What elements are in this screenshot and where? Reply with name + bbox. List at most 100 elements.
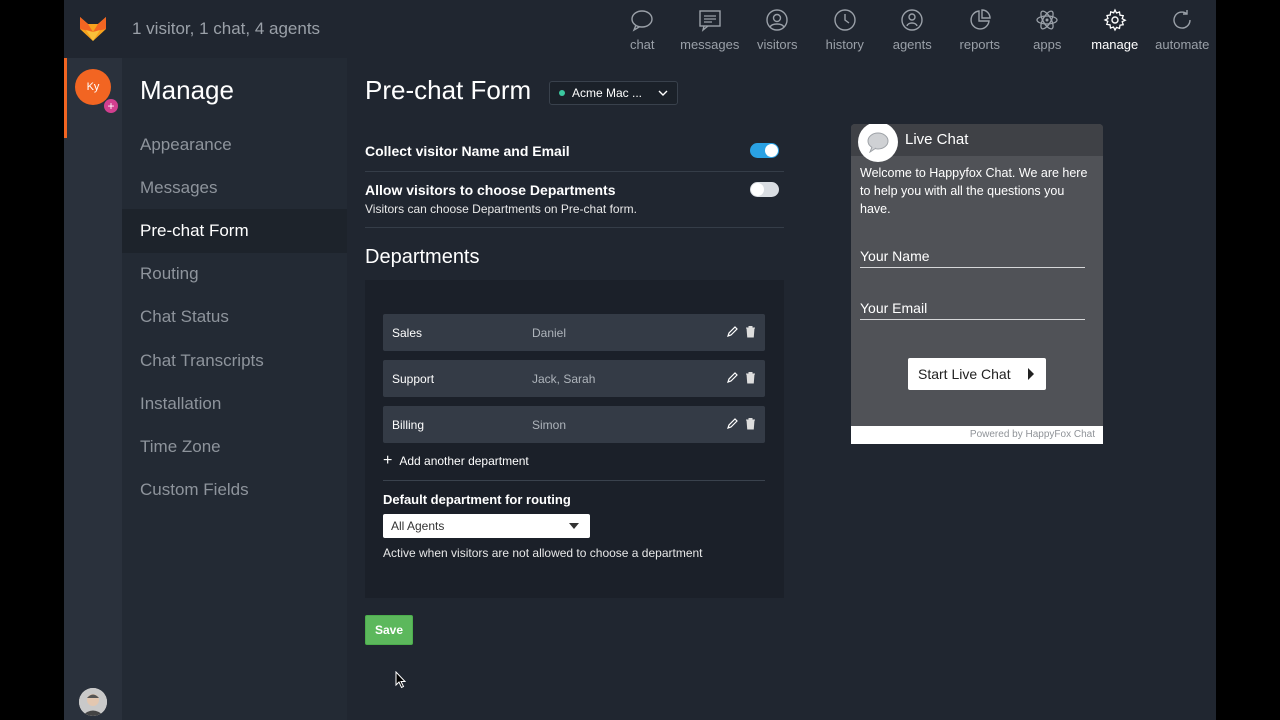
nav-label: chat [629, 37, 655, 52]
collect-name-email-toggle[interactable] [750, 143, 779, 158]
caret-down-icon [569, 523, 579, 529]
sidebar-item-routing[interactable]: Routing [122, 253, 347, 296]
nav-chat[interactable]: chat [609, 0, 677, 58]
website-select[interactable]: Acme Mac ... [549, 81, 678, 105]
toggle-knob [751, 183, 764, 196]
collect-name-email-label: Collect visitor Name and Email [365, 143, 570, 159]
trash-icon[interactable] [745, 417, 756, 430]
nav-label: agents [892, 37, 932, 52]
department-name: Billing [392, 417, 425, 432]
pencil-icon[interactable] [726, 325, 739, 338]
widget-chat-icon [858, 124, 898, 162]
nav-label: automate [1155, 37, 1210, 52]
widget-title: Live Chat [905, 131, 969, 148]
toggle-knob [765, 144, 778, 157]
choose-departments-option: Allow visitors to choose Departments Vis… [365, 172, 784, 228]
sidebar-item-custom-fields[interactable]: Custom Fields [122, 469, 347, 512]
sidebar-item-chat-transcripts[interactable]: Chat Transcripts [122, 339, 347, 382]
nav-agents[interactable]: agents [879, 0, 947, 58]
automate-icon [1173, 10, 1191, 29]
default-department-value: All Agents [391, 519, 445, 533]
left-rail [64, 58, 122, 720]
sidebar-item-chat-status[interactable]: Chat Status [122, 296, 347, 339]
user-avatar[interactable] [79, 688, 107, 716]
choose-departments-toggle[interactable] [750, 182, 779, 197]
start-live-chat-label: Start Live Chat [918, 366, 1011, 382]
nav-apps[interactable]: apps [1014, 0, 1082, 58]
arrow-right-icon [1028, 368, 1034, 380]
widget-welcome-message: Welcome to Happyfox Chat. We are here to… [860, 166, 1088, 216]
plus-icon: + [383, 452, 393, 469]
add-department-label: Add another department [399, 454, 529, 468]
nav-label: history [825, 37, 864, 52]
app-window: 1 visitor, 1 chat, 4 agents chat message… [64, 0, 1216, 720]
sidebar-menu: Appearance Messages Pre-chat Form Routin… [122, 123, 347, 512]
nav-visitors[interactable]: visitors [744, 0, 812, 58]
department-name: Support [392, 371, 435, 386]
happyfox-logo[interactable] [64, 0, 122, 58]
widget-footer: Powered by HappyFox Chat [851, 426, 1103, 444]
agents-icon [901, 9, 923, 31]
departments-panel: Sales Daniel Support Jack, Sarah Billing… [365, 280, 784, 598]
choose-departments-description: Visitors can choose Departments on Pre-c… [365, 202, 637, 216]
choose-departments-label: Allow visitors to choose Departments [365, 182, 616, 198]
department-agents: Daniel [532, 325, 567, 340]
gear-icon [1103, 8, 1127, 32]
add-agent-icon[interactable]: + [104, 99, 118, 113]
trash-icon[interactable] [745, 371, 756, 384]
messages-icon [699, 10, 721, 32]
sidebar-item-appearance[interactable]: Appearance [122, 123, 347, 166]
default-department-hint: Active when visitors are not allowed to … [383, 546, 703, 560]
page-title: Pre-chat Form [365, 75, 532, 105]
nav-label: reports [959, 37, 1000, 52]
department-row: Billing Simon [383, 406, 765, 443]
history-icon [834, 9, 856, 31]
visitors-icon [766, 9, 788, 31]
nav-automate[interactable]: automate [1149, 0, 1217, 58]
online-status-dot [559, 90, 565, 96]
department-name: Sales [392, 325, 423, 340]
sidebar-item-time-zone[interactable]: Time Zone [122, 425, 347, 468]
top-bar: 1 visitor, 1 chat, 4 agents chat message… [64, 0, 1216, 58]
department-agents: Jack, Sarah [532, 371, 596, 386]
manage-sidebar: Manage Appearance Messages Pre-chat Form… [122, 58, 347, 720]
default-department-select[interactable]: All Agents [383, 514, 590, 538]
start-live-chat-button[interactable]: Start Live Chat [908, 358, 1046, 390]
nav-history[interactable]: history [811, 0, 879, 58]
widget-name-field[interactable]: Your Name [860, 244, 1085, 268]
collect-name-email-option: Collect visitor Name and Email [365, 137, 784, 172]
default-department-label: Default department for routing [383, 492, 571, 507]
nav-reports[interactable]: reports [946, 0, 1014, 58]
trash-icon[interactable] [745, 325, 756, 338]
mouse-cursor-icon [395, 671, 407, 689]
website-select-value: Acme Mac ... [572, 86, 643, 100]
pencil-icon[interactable] [726, 417, 739, 430]
chat-bubble-icon [867, 132, 889, 153]
sidebar-item-installation[interactable]: Installation [122, 382, 347, 425]
status-summary: 1 visitor, 1 chat, 4 agents [132, 19, 321, 38]
nav-label: manage [1091, 37, 1139, 52]
nav-label: visitors [757, 37, 798, 52]
sidebar-item-messages[interactable]: Messages [122, 166, 347, 209]
main-content: Pre-chat Form Acme Mac ... Collect visit… [347, 58, 1216, 720]
pencil-icon[interactable] [726, 371, 739, 384]
nav-messages[interactable]: messages [676, 0, 744, 58]
divider [383, 480, 765, 481]
apps-icon [1036, 10, 1058, 30]
chat-bubble-icon [631, 10, 653, 32]
widget-email-field[interactable]: Your Email [860, 296, 1085, 320]
sidebar-title: Manage [140, 75, 234, 105]
chat-widget-preview: Live Chat Welcome to Happyfox Chat. We a… [851, 124, 1103, 444]
nav-label: apps [1033, 37, 1062, 52]
fox-logo-icon [80, 17, 106, 41]
user-photo-icon [79, 688, 107, 716]
department-row: Support Jack, Sarah [383, 360, 765, 397]
add-department-link[interactable]: + Add another department [383, 453, 529, 469]
main-nav: chat messages visitors history agents re… [609, 0, 1217, 58]
save-button[interactable]: Save [365, 615, 413, 645]
reports-icon [970, 9, 991, 30]
nav-manage[interactable]: manage [1081, 0, 1149, 58]
departments-heading: Departments [365, 246, 480, 268]
department-row: Sales Daniel [383, 314, 765, 351]
sidebar-item-pre-chat-form[interactable]: Pre-chat Form [122, 209, 347, 253]
